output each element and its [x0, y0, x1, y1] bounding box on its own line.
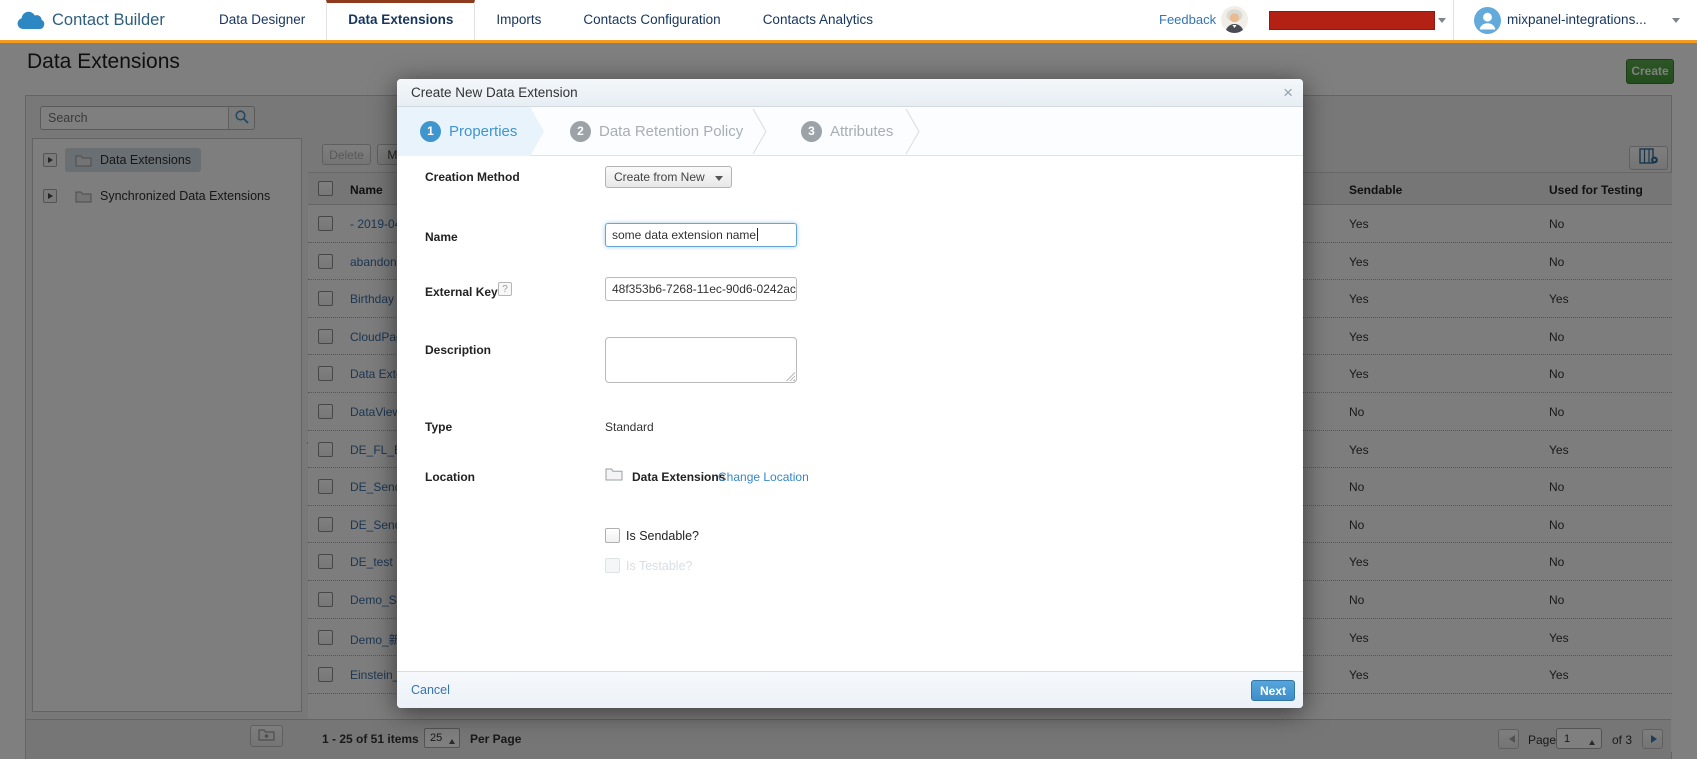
cloud-logo-icon	[14, 9, 46, 36]
name-label: Name	[425, 230, 458, 244]
app-title: Contact Builder	[52, 0, 165, 40]
description-textarea[interactable]	[605, 337, 797, 383]
app-window: Contact Builder Data Designer Data Exten…	[0, 0, 1697, 759]
location-label: Location	[425, 470, 475, 484]
wizard-steps: 1 Properties 2 Data Retention Policy 3 A…	[397, 107, 1303, 156]
user-avatar-icon[interactable]	[1474, 7, 1501, 39]
name-input[interactable]: some data extension name	[605, 223, 797, 247]
nav-tab-imports[interactable]: Imports	[475, 0, 562, 40]
caret-down-icon[interactable]	[1672, 18, 1680, 27]
nav-tab-contacts-analytics[interactable]: Contacts Analytics	[742, 0, 894, 40]
external-key-label: External Key	[425, 285, 498, 299]
description-label: Description	[425, 343, 491, 357]
is-sendable-label: Is Sendable?	[626, 529, 699, 543]
change-location-link[interactable]: Change Location	[718, 470, 809, 484]
creation-method-dropdown[interactable]: Create from New	[605, 166, 732, 188]
modal-footer: Cancel Next	[397, 671, 1303, 708]
caret-down-icon	[715, 176, 723, 185]
nav-tab-data-extensions[interactable]: Data Extensions	[326, 0, 475, 40]
nav-divider	[1453, 0, 1454, 40]
cancel-link[interactable]: Cancel	[411, 672, 450, 709]
next-button[interactable]: Next	[1251, 680, 1295, 701]
nav-tabs: Data Designer Data Extensions Imports Co…	[198, 0, 894, 40]
text-cursor	[757, 228, 758, 241]
folder-icon	[605, 467, 623, 481]
help-icon[interactable]: ?	[498, 282, 512, 296]
caret-down-icon[interactable]	[1438, 18, 1446, 27]
step-divider-icon	[905, 107, 921, 161]
step-divider-icon	[752, 107, 768, 161]
modal-header: Create New Data Extension ×	[397, 79, 1303, 107]
resize-grip-icon[interactable]	[785, 371, 795, 381]
nav-tab-data-designer[interactable]: Data Designer	[198, 0, 326, 40]
is-testable-checkbox	[605, 558, 620, 573]
nav-tab-contacts-configuration[interactable]: Contacts Configuration	[562, 0, 741, 40]
is-testable-label: Is Testable?	[626, 559, 692, 573]
modal-title: Create New Data Extension	[411, 79, 578, 107]
feedback-link[interactable]: Feedback	[1159, 0, 1216, 40]
top-nav: Contact Builder Data Designer Data Exten…	[0, 0, 1697, 43]
location-value: Data Extensions	[632, 470, 725, 484]
account-name[interactable]: mixpanel-integrations...	[1507, 0, 1647, 40]
type-label: Type	[425, 420, 452, 434]
close-icon[interactable]: ×	[1283, 83, 1293, 103]
type-value: Standard	[605, 420, 654, 434]
creation-method-label: Creation Method	[425, 170, 520, 184]
external-key-input[interactable]: 48f353b6-7268-11ec-90d6-0242ac1200	[605, 277, 797, 301]
redacted-account-selector[interactable]	[1269, 11, 1435, 30]
is-sendable-checkbox[interactable]	[605, 528, 620, 543]
einstein-avatar[interactable]	[1221, 6, 1248, 38]
create-data-extension-modal: Create New Data Extension × 1 Properties…	[397, 79, 1303, 708]
